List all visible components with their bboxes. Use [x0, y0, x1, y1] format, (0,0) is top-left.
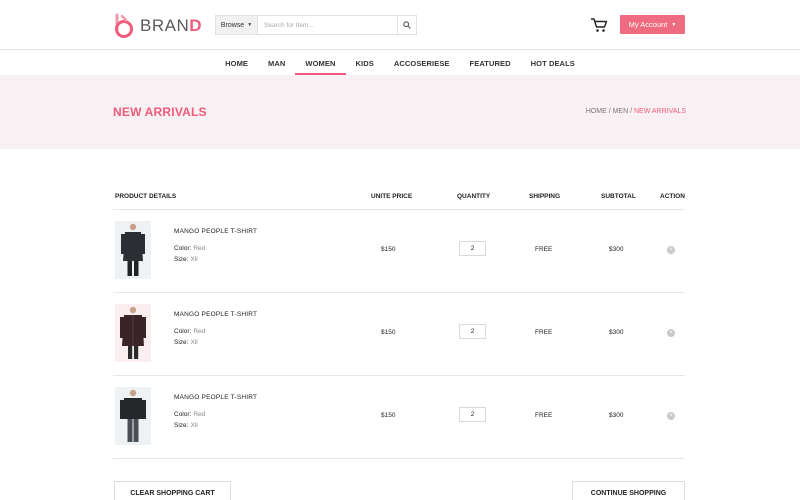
browse-dropdown[interactable]: Browse ▼ — [216, 16, 258, 34]
product-color: Color: Red — [174, 328, 206, 335]
product-image[interactable] — [115, 387, 151, 445]
page-banner: NEW ARRIVALS HOME / MEN / NEW ARRIVALS — [0, 75, 800, 149]
table-header: PRODUCT DETAILS UNITE PRICE QUANTITY SHI… — [113, 188, 685, 210]
nav-item-home[interactable]: HOME — [215, 51, 258, 75]
header-unit-price: UNITE PRICE — [371, 193, 413, 200]
brand-logo-icon — [115, 13, 133, 38]
header-action: ACTION — [660, 193, 685, 200]
product-name[interactable]: MANGO PEOPLE T-SHIRT — [174, 228, 257, 235]
subtotal-value: $300 — [609, 329, 624, 336]
header-shipping: SHIPPING — [529, 193, 561, 200]
breadcrumb-current: NEW ARRIVALS — [634, 108, 686, 115]
main-nav: HOME MAN WOMEN KIDS ACCOSERIESE FEATURED… — [0, 51, 800, 75]
cart-button[interactable] — [590, 17, 608, 38]
site-header: BRAND Browse ▼ My Account ▼ — [0, 0, 800, 50]
cart-icon — [591, 18, 608, 32]
quantity-input[interactable]: 2 — [459, 407, 486, 422]
browse-label: Browse — [220, 21, 245, 29]
remove-item-button[interactable]: × — [667, 246, 675, 254]
breadcrumb: HOME / MEN / NEW ARRIVALS — [586, 108, 686, 115]
search-icon — [403, 21, 411, 29]
quantity-input[interactable]: 2 — [459, 324, 486, 339]
product-size: Size: Xll — [174, 256, 198, 263]
header-quantity: QUANTITY — [457, 193, 491, 200]
nav-item-kids[interactable]: KIDS — [346, 51, 384, 75]
unit-price: $150 — [381, 412, 396, 419]
brand-logo[interactable]: BRAND — [110, 11, 202, 41]
product-color: Color: Red — [174, 245, 206, 252]
search-bar: Browse ▼ — [215, 15, 417, 35]
clear-cart-button[interactable]: CLEAR SHOPPING CART — [114, 481, 231, 500]
my-account-label: My Account — [628, 20, 668, 29]
nav-item-hot-deals[interactable]: HOT DEALS — [521, 51, 585, 75]
product-name[interactable]: MANGO PEOPLE T-SHIRT — [174, 394, 257, 401]
product-size: Size: Xll — [174, 339, 198, 346]
search-button[interactable] — [397, 16, 416, 34]
nav-item-featured[interactable]: FEATURED — [460, 51, 521, 75]
subtotal-value: $300 — [609, 246, 624, 253]
page-title: NEW ARRIVALS — [113, 105, 207, 119]
shipping-value: FREE — [535, 246, 553, 253]
quantity-input[interactable]: 2 — [459, 241, 486, 256]
unit-price: $150 — [381, 246, 396, 253]
product-image[interactable] — [115, 304, 151, 362]
continue-shopping-button[interactable]: CONTINUE SHOPPING — [572, 481, 685, 500]
brand-name: BRAND — [140, 16, 203, 35]
remove-item-button[interactable]: × — [667, 412, 675, 420]
nav-item-accessories[interactable]: ACCOSERIESE — [384, 51, 460, 75]
subtotal-value: $300 — [609, 412, 624, 419]
table-row: MANGO PEOPLE T-SHIRT Color: Red Size: Xll … — [113, 376, 685, 459]
cart-table: PRODUCT DETAILS UNITE PRICE QUANTITY SHI… — [113, 188, 685, 459]
remove-item-button[interactable]: × — [667, 329, 675, 337]
search-input[interactable] — [258, 16, 397, 34]
breadcrumb-men[interactable]: MEN — [613, 108, 629, 115]
header-product-details: PRODUCT DETAILS — [115, 193, 177, 200]
nav-item-man[interactable]: MAN — [258, 51, 295, 75]
shipping-value: FREE — [535, 412, 553, 419]
product-size: Size: Xll — [174, 422, 198, 429]
product-name[interactable]: MANGO PEOPLE T-SHIRT — [174, 311, 257, 318]
unit-price: $150 — [381, 329, 396, 336]
caret-down-icon: ▼ — [671, 21, 677, 28]
header-subtotal: SUBTOTAL — [601, 193, 636, 200]
caret-down-icon: ▼ — [247, 22, 253, 28]
product-color: Color: Red — [174, 411, 206, 418]
table-row: MANGO PEOPLE T-SHIRT Color: Red Size: Xll … — [113, 293, 685, 376]
nav-item-women[interactable]: WOMEN — [295, 51, 346, 75]
shipping-value: FREE — [535, 329, 553, 336]
table-row: MANGO PEOPLE T-SHIRT Color: Red Size: Xll … — [113, 210, 685, 293]
product-image[interactable] — [115, 221, 151, 279]
my-account-button[interactable]: My Account ▼ — [620, 15, 685, 34]
breadcrumb-home[interactable]: HOME — [586, 108, 607, 115]
